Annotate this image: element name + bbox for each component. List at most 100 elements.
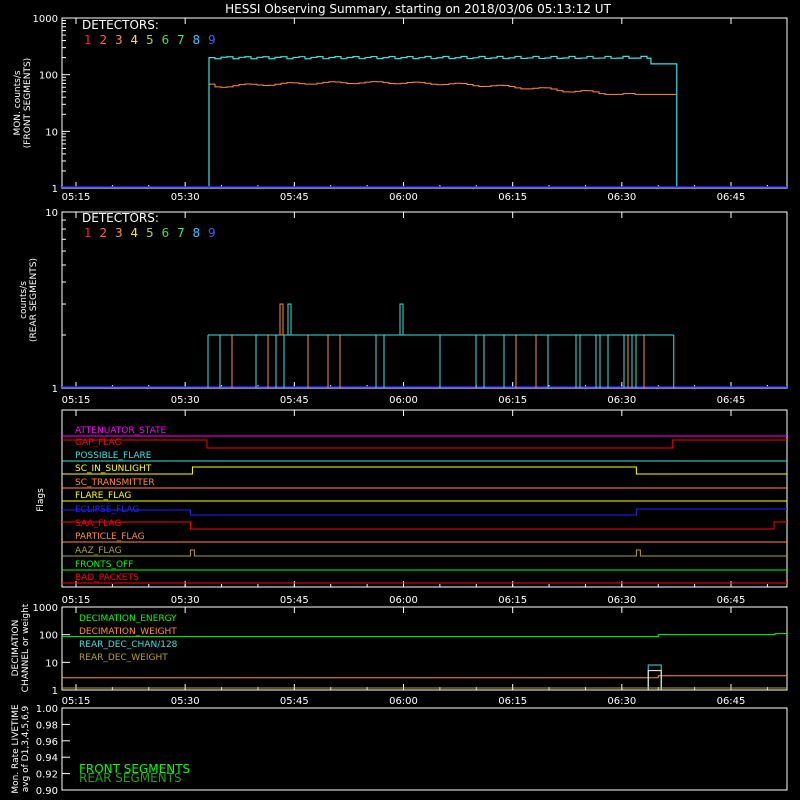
x-tick-label: 06:45: [717, 595, 746, 606]
x-tick-label: 05:30: [171, 395, 200, 406]
detector-number: 2: [100, 226, 108, 240]
detector-number: 8: [193, 226, 201, 240]
x-tick-label: 06:15: [498, 395, 527, 406]
x-tick-label: 06:15: [498, 192, 527, 203]
rear-spike: [287, 303, 292, 336]
y-tick-label: 1: [52, 184, 58, 195]
decimation-weight-line: [62, 675, 787, 679]
detector-number: 6: [162, 33, 170, 47]
x-tick-label: 06:30: [607, 192, 636, 203]
rear-spike: [279, 303, 284, 336]
y-axis-label-line: MON. counts/s: [13, 70, 23, 135]
detectors-label-front: DETECTORS:: [82, 18, 159, 32]
decimation-legend: REAR_DEC_WEIGHT: [79, 653, 168, 663]
front-orange-line: [209, 81, 677, 95]
y-tick-label: 10: [45, 658, 58, 669]
flag-label: FLARE_FLAG: [75, 491, 131, 501]
x-tick-label: 06:45: [717, 696, 746, 707]
x-tick-label: 05:15: [62, 696, 91, 707]
detector-number: 5: [146, 226, 154, 240]
x-tick-label: 05:15: [62, 395, 91, 406]
y-axis-label-4: Mon. Rate LIVETIME avg of D1,3,4,5,6,9: [11, 704, 31, 794]
y-tick-label: 1000: [33, 14, 58, 25]
y-tick-label: 100: [39, 631, 58, 642]
decimation-legend: REAR_DEC_CHAN/128: [79, 640, 178, 650]
y-tick-label: 100: [39, 71, 58, 82]
x-tick-label: 05:30: [171, 696, 200, 707]
y-axis-label-line: counts/s: [19, 281, 29, 319]
livetime-legend-rear: REAR SEGMENTS: [79, 771, 182, 785]
flag-label: BAD_PACKETS: [75, 573, 139, 583]
y-tick-label: 0.98: [36, 720, 58, 731]
chart-title: HESSI Observing Summary, starting on 201…: [225, 2, 611, 16]
x-tick-label: 05:15: [62, 192, 91, 203]
detector-number: 5: [146, 33, 154, 47]
x-tick-label: 05:30: [171, 595, 200, 606]
detector-number: 6: [162, 226, 170, 240]
front-cyan-line: [208, 55, 678, 189]
x-tick-label: 06:45: [717, 192, 746, 203]
flag-line: [62, 439, 787, 449]
flag-label: FRONTS_OFF: [75, 560, 133, 570]
detector-number: 9: [208, 33, 216, 47]
x-tick-label: 06:15: [498, 595, 527, 606]
y-axis-label-3: DECIMATION CHANNEL or weight: [11, 603, 31, 692]
flag-line: [62, 521, 787, 530]
y-tick-label: 1000: [33, 603, 58, 614]
observing-summary-chart: HESSI Observing Summary, starting on 201…: [11, 2, 788, 797]
x-tick-label: 05:45: [280, 595, 309, 606]
x-tick-label: 06:15: [498, 696, 527, 707]
x-tick-label: 06:00: [389, 395, 418, 406]
y-axis-label-line: (REAR SEGMENTS): [29, 258, 39, 342]
flag-line: [62, 466, 787, 475]
y-tick-label: 0.94: [36, 753, 58, 764]
x-tick-label: 06:00: [389, 595, 418, 606]
flag-label: SC_TRANSMITTER: [75, 478, 155, 488]
flag-label: SC_IN_SUNLIGHT: [75, 464, 152, 474]
detector-number: 1: [84, 33, 92, 47]
panel-front-frame: [61, 17, 788, 189]
flag-label: ATTENUATOR_STATE: [75, 426, 167, 436]
detector-number: 3: [115, 226, 123, 240]
x-tick-label: 05:45: [280, 192, 309, 203]
y-axis-label-line: CHANNEL or weight: [21, 603, 31, 692]
y-axis-label-line: Flags: [36, 488, 46, 512]
x-tick-label: 06:30: [607, 696, 636, 707]
y-tick-label: 0.90: [36, 786, 58, 797]
y-tick-label: 1: [52, 686, 58, 697]
x-tick-label: 06:30: [607, 395, 636, 406]
y-axis-label-line: DECIMATION: [11, 620, 21, 677]
y-axis-label-line: Mon. Rate LIVETIME: [11, 704, 21, 794]
flag-label: PARTICLE_FLAG: [75, 532, 145, 542]
flag-label: SAA_FLAG: [75, 519, 121, 529]
x-tick-label: 05:15: [62, 595, 91, 606]
flag-line: [62, 508, 787, 516]
detector-number: 4: [131, 33, 139, 47]
detector-number: 3: [115, 33, 123, 47]
y-tick-label: 1: [52, 384, 58, 395]
y-tick-label: 10: [45, 208, 58, 219]
y-axis-label-2: Flags: [36, 488, 46, 512]
panel-flags-frame: [61, 409, 788, 588]
flag-line: [62, 549, 787, 557]
y-tick-label: 0.92: [36, 770, 58, 781]
flag-label: POSSIBLE_FLARE: [75, 451, 152, 461]
x-tick-label: 06:45: [717, 395, 746, 406]
y-axis-label-1: counts/s (REAR SEGMENTS): [19, 258, 39, 342]
rear-spike: [399, 303, 404, 336]
detector-number: 7: [177, 226, 185, 240]
y-axis-label-0: MON. counts/s (FRONT SEGMENTS): [13, 58, 33, 148]
x-tick-label: 05:45: [280, 696, 309, 707]
detector-number: 9: [208, 226, 216, 240]
detector-number: 4: [131, 226, 139, 240]
x-tick-label: 06:00: [389, 696, 418, 707]
x-tick-label: 06:00: [389, 192, 418, 203]
y-axis-label-line: avg of D1,3,4,5,6,9: [21, 705, 31, 792]
detector-number: 7: [177, 33, 185, 47]
detector-number: 8: [193, 33, 201, 47]
detector-number: 2: [100, 33, 108, 47]
x-tick-label: 05:45: [280, 395, 309, 406]
y-tick-label: 0.96: [36, 737, 58, 748]
decimation-legend: DECIMATION_WEIGHT: [79, 627, 177, 637]
decimation-legend: DECIMATION_ENERGY: [79, 614, 177, 624]
